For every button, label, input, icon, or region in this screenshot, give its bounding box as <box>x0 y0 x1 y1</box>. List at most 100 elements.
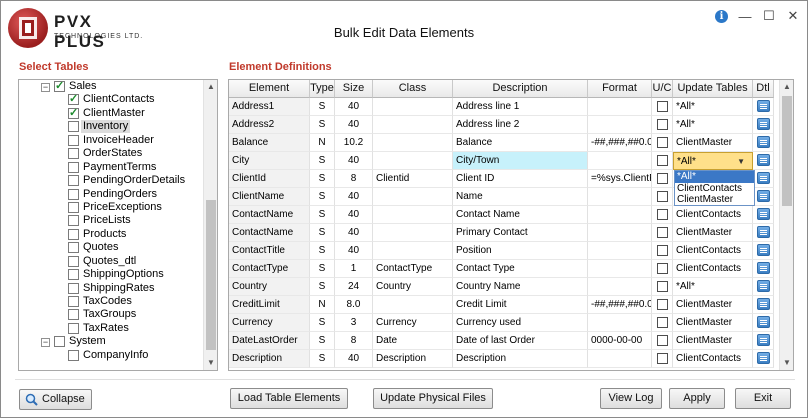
cell-uc[interactable] <box>652 134 673 152</box>
tree-item[interactable]: Products <box>19 228 204 241</box>
cell-dtl[interactable] <box>753 188 774 206</box>
cell-element[interactable]: ContactTitle <box>229 242 310 260</box>
info-icon[interactable]: i <box>715 9 728 23</box>
tree-checkbox[interactable] <box>68 349 79 361</box>
cell-type[interactable]: S <box>310 278 335 296</box>
cell-uc[interactable] <box>652 98 673 116</box>
cell-format[interactable] <box>588 116 652 134</box>
tree-item[interactable]: InvoiceHeader <box>19 134 204 147</box>
cell-update-tables[interactable]: ClientMaster <box>673 332 753 350</box>
uc-checkbox[interactable] <box>656 191 668 202</box>
cell-uc[interactable] <box>652 242 673 260</box>
cell-element[interactable]: CreditLimit <box>229 296 310 314</box>
cell-description[interactable]: Contact Name <box>453 206 588 224</box>
cell-format[interactable]: -##,###,##0.00 <box>588 134 652 152</box>
cell-description[interactable]: Address line 1 <box>453 98 588 116</box>
cell-element[interactable]: City <box>229 152 310 170</box>
cell-format[interactable] <box>588 188 652 206</box>
cell-dtl[interactable] <box>753 116 774 134</box>
tree-item[interactable]: TaxCodes <box>19 295 204 308</box>
collapse-tree-icon[interactable]: − <box>41 338 50 348</box>
cell-update-tables[interactable]: ClientMaster <box>673 314 753 332</box>
cell-format[interactable]: 0000-00-00 <box>588 332 652 350</box>
dropdown-option[interactable]: *All* <box>675 171 754 183</box>
detail-icon[interactable] <box>756 280 770 292</box>
tree-checkbox[interactable] <box>68 134 79 146</box>
cell-format[interactable] <box>588 260 652 278</box>
cell-description[interactable]: Contact Type <box>453 260 588 278</box>
tree-checkbox[interactable] <box>68 309 79 321</box>
uc-checkbox[interactable] <box>656 173 668 184</box>
uc-checkbox[interactable] <box>656 353 668 364</box>
dropdown-arrow-icon[interactable]: ▼ <box>737 153 745 169</box>
tree-item[interactable]: Quotes_dtl <box>19 255 204 268</box>
uc-checkbox[interactable] <box>656 119 668 130</box>
tree-scroll-down-icon[interactable]: ▼ <box>204 356 217 370</box>
exit-button[interactable]: Exit <box>735 388 791 409</box>
grid-scroll-down-icon[interactable]: ▼ <box>780 356 793 370</box>
detail-icon[interactable] <box>756 316 770 328</box>
cell-type[interactable]: S <box>310 152 335 170</box>
tree-checkbox[interactable] <box>68 269 79 281</box>
cell-element[interactable]: Address1 <box>229 98 310 116</box>
cell-type[interactable]: S <box>310 314 335 332</box>
tree-checkbox[interactable] <box>68 228 79 240</box>
cell-description[interactable]: Position <box>453 242 588 260</box>
tree-checkbox[interactable] <box>68 161 79 173</box>
cell-uc[interactable] <box>652 350 673 368</box>
cell-description[interactable]: Client ID <box>453 170 588 188</box>
uc-checkbox[interactable] <box>656 209 668 220</box>
detail-icon[interactable] <box>756 244 770 256</box>
detail-icon[interactable] <box>756 118 770 130</box>
uc-checkbox[interactable] <box>656 227 668 238</box>
cell-dtl[interactable] <box>753 350 774 368</box>
cell-class[interactable] <box>373 152 453 170</box>
cell-description[interactable]: Address line 2 <box>453 116 588 134</box>
tree-checkbox[interactable] <box>54 336 65 348</box>
cell-update-tables[interactable]: ClientMaster <box>673 134 753 152</box>
cell-type[interactable]: S <box>310 350 335 368</box>
cell-element[interactable]: ContactName <box>229 224 310 242</box>
cell-dtl[interactable] <box>753 242 774 260</box>
tree-item[interactable]: OrderStates <box>19 147 204 160</box>
cell-update-tables[interactable]: ClientContacts <box>673 260 753 278</box>
cell-uc[interactable] <box>652 260 673 278</box>
cell-format[interactable] <box>588 152 652 170</box>
cell-uc[interactable] <box>652 206 673 224</box>
cell-size[interactable]: 24 <box>335 278 373 296</box>
cell-type[interactable]: S <box>310 260 335 278</box>
cell-dtl[interactable] <box>753 152 774 170</box>
column-header[interactable]: Format <box>588 80 652 98</box>
cell-type[interactable]: S <box>310 332 335 350</box>
cell-description[interactable]: Currency used <box>453 314 588 332</box>
close-button[interactable]: ✕ <box>786 8 800 23</box>
dropdown-option[interactable]: ClientMaster <box>675 194 754 206</box>
cell-update-tables[interactable]: ClientMaster <box>673 296 753 314</box>
cell-type[interactable]: S <box>310 206 335 224</box>
column-header[interactable]: Size <box>335 80 373 98</box>
column-header[interactable]: Description <box>453 80 588 98</box>
uc-checkbox[interactable] <box>656 101 668 112</box>
tree-scroll-up-icon[interactable]: ▲ <box>204 80 217 94</box>
cell-update-tables[interactable]: *All* <box>673 278 753 296</box>
tree-item[interactable]: CompanyInfo <box>19 349 204 362</box>
cell-class[interactable]: ContactType <box>373 260 453 278</box>
detail-icon[interactable] <box>756 172 770 184</box>
cell-size[interactable]: 40 <box>335 98 373 116</box>
tree-checkbox[interactable] <box>68 148 79 160</box>
cell-size[interactable]: 40 <box>335 224 373 242</box>
cell-uc[interactable] <box>652 332 673 350</box>
cell-format[interactable] <box>588 206 652 224</box>
cell-dtl[interactable] <box>753 98 774 116</box>
detail-icon[interactable] <box>756 208 770 220</box>
grid-scroll-up-icon[interactable]: ▲ <box>780 80 793 94</box>
cell-size[interactable]: 10.2 <box>335 134 373 152</box>
table-tree[interactable]: − SalesClientContactsClientMasterInventor… <box>18 79 218 371</box>
cell-format[interactable]: -##,###,##0.00 <box>588 296 652 314</box>
cell-size[interactable]: 40 <box>335 206 373 224</box>
cell-uc[interactable] <box>652 314 673 332</box>
tree-checkbox[interactable] <box>68 296 79 307</box>
cell-element[interactable]: ClientId <box>229 170 310 188</box>
cell-dtl[interactable] <box>753 206 774 224</box>
cell-uc[interactable] <box>652 170 673 188</box>
